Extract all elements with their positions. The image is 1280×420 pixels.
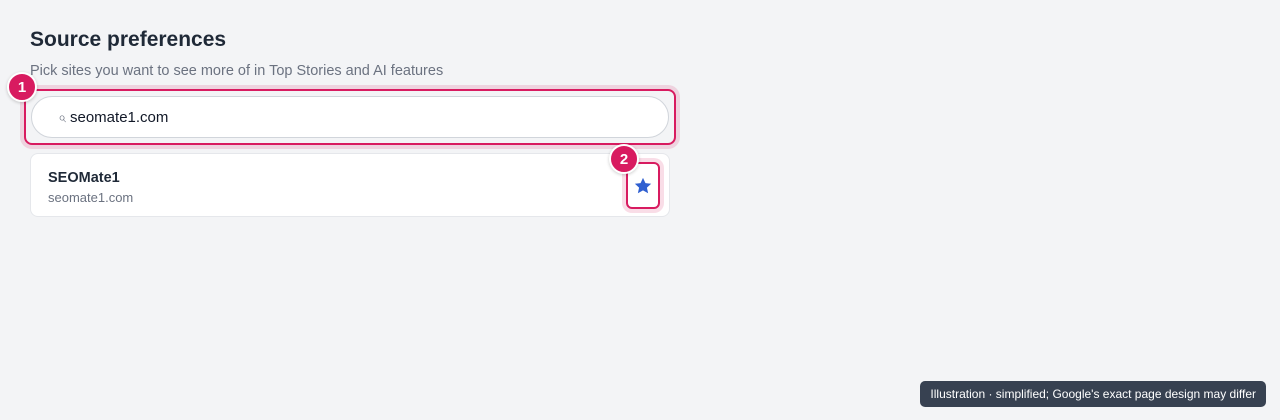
list-item: SEOMate1 seomate1.com: [30, 153, 670, 217]
page-subtitle: Pick sites you want to see more of in To…: [30, 63, 444, 79]
search-icon: ⌕: [58, 108, 66, 125]
result-site-name: SEOMate1: [48, 170, 120, 186]
page: Source preferences Pick sites you want t…: [0, 0, 1280, 420]
callout-badge-1: 1: [7, 72, 37, 102]
illustration-disclaimer: Illustration · simplified; Google's exac…: [920, 381, 1266, 407]
search-box[interactable]: ⌕: [31, 96, 669, 138]
page-title: Source preferences: [30, 28, 227, 51]
star-icon: [633, 176, 653, 196]
star-button[interactable]: [630, 166, 656, 205]
callout-badge-2: 2: [609, 144, 639, 174]
result-site-domain: seomate1.com: [48, 190, 134, 205]
search-input[interactable]: [70, 108, 630, 126]
